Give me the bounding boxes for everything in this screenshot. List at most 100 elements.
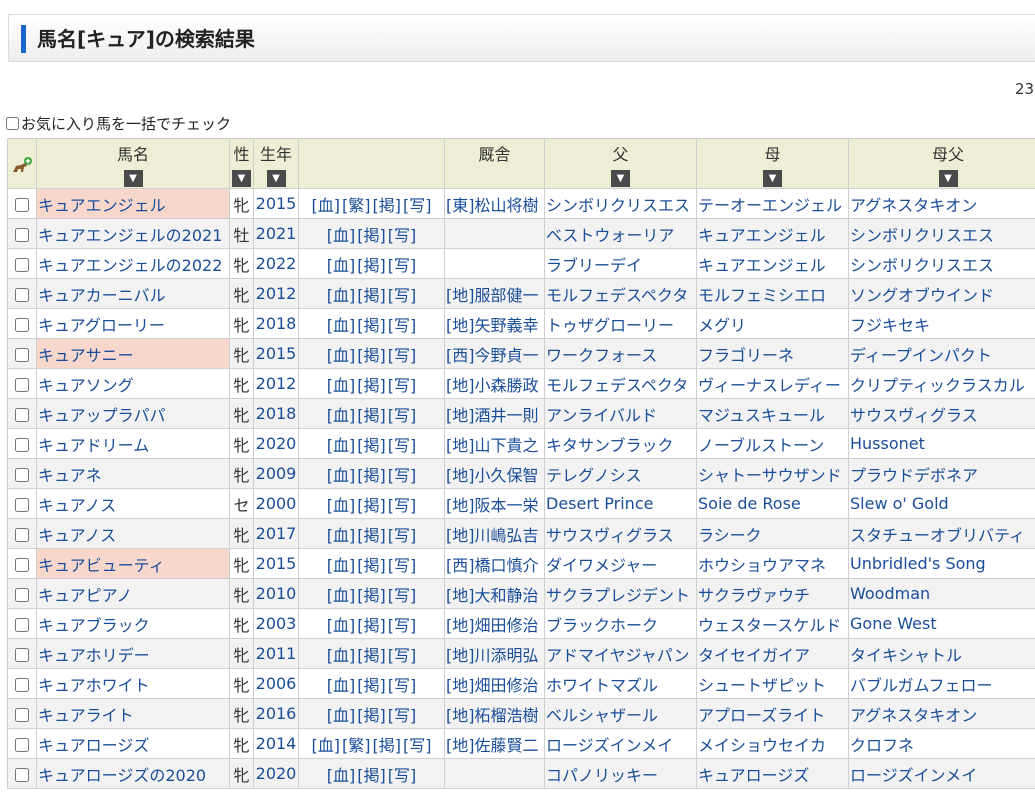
detail-link[interactable]: [掲] <box>357 256 386 275</box>
horse-name-link[interactable]: キュアブラック <box>38 616 150 635</box>
bulk-favorite-check[interactable]: お気に入り馬を一括でチェック <box>6 113 231 134</box>
year-link[interactable]: 2020 <box>256 434 297 453</box>
sire-link[interactable]: モルフェデスペクタ <box>546 376 688 395</box>
detail-link[interactable]: [写] <box>388 706 417 725</box>
damsire-link[interactable]: ロージズインメイ <box>850 766 977 785</box>
dam-link[interactable]: ヴィーナスレディー <box>698 376 841 395</box>
detail-link[interactable]: [掲] <box>373 736 402 755</box>
damsire-link[interactable]: アグネスタキオン <box>850 196 977 215</box>
detail-link[interactable]: [血] <box>327 466 356 485</box>
row-checkbox[interactable] <box>15 317 29 332</box>
horse-name-link[interactable]: キュアドリーム <box>38 436 149 455</box>
row-checkbox[interactable] <box>15 227 29 242</box>
dam-link[interactable]: タイセイガイア <box>698 646 810 665</box>
detail-link[interactable]: [血] <box>327 406 356 425</box>
horse-name-link[interactable]: キュアロージズ <box>38 736 149 755</box>
year-link[interactable]: 2017 <box>256 524 297 543</box>
detail-link[interactable]: [掲] <box>357 676 386 695</box>
sire-link[interactable]: キタサンブラック <box>546 436 674 455</box>
row-checkbox[interactable] <box>15 347 29 362</box>
damsire-link[interactable]: ディープインパクト <box>850 346 992 365</box>
detail-link[interactable]: [写] <box>388 646 417 665</box>
horse-name-link[interactable]: キュアライト <box>38 706 134 725</box>
horse-name-link[interactable]: キュアグローリー <box>38 316 165 335</box>
horse-add-icon[interactable] <box>11 157 33 175</box>
detail-link[interactable]: [血] <box>312 736 341 755</box>
dam-link[interactable]: アプローズライト <box>698 706 825 725</box>
dam-link[interactable]: ノーブルストーン <box>698 436 824 455</box>
detail-link[interactable]: [血] <box>327 496 356 515</box>
detail-link[interactable]: [血] <box>327 526 356 545</box>
detail-link[interactable]: [掲] <box>373 196 402 215</box>
detail-link[interactable]: [掲] <box>357 616 386 635</box>
dam-link[interactable]: メイショウセイカ <box>698 736 826 755</box>
year-link[interactable]: 2018 <box>256 314 297 333</box>
year-link[interactable]: 2011 <box>256 644 297 663</box>
damsire-link[interactable]: アグネスタキオン <box>850 706 977 725</box>
sire-link[interactable]: ブラックホーク <box>546 616 658 635</box>
detail-link[interactable]: [繁] <box>342 736 371 755</box>
row-checkbox[interactable] <box>15 287 29 302</box>
dam-link[interactable]: シャトーサウザンド <box>698 466 842 485</box>
row-checkbox[interactable] <box>15 527 29 542</box>
detail-link[interactable]: [血] <box>327 616 356 635</box>
detail-link[interactable]: [血] <box>327 556 356 575</box>
sire-link[interactable]: アンライバルド <box>546 406 657 425</box>
dam-link[interactable]: ウェスタースケルド <box>698 616 841 635</box>
damsire-link[interactable]: シンボリクリスエス <box>850 226 994 245</box>
detail-link[interactable]: [写] <box>388 346 417 365</box>
detail-link[interactable]: [繁] <box>342 196 371 215</box>
detail-link[interactable]: [掲] <box>357 466 386 485</box>
sire-link[interactable]: ワークフォース <box>546 346 657 365</box>
detail-link[interactable]: [血] <box>327 226 356 245</box>
detail-link[interactable]: [写] <box>388 376 417 395</box>
row-checkbox[interactable] <box>15 437 29 452</box>
detail-link[interactable]: [血] <box>327 256 356 275</box>
damsire-link[interactable]: Hussonet <box>850 434 925 453</box>
detail-link[interactable]: [掲] <box>357 526 386 545</box>
detail-link[interactable]: [掲] <box>357 496 386 515</box>
year-link[interactable]: 2010 <box>256 584 297 603</box>
horse-name-link[interactable]: キュアホワイト <box>38 676 150 695</box>
trainer-link[interactable]: [地]小森勝政 <box>446 376 539 395</box>
detail-link[interactable]: [血] <box>327 376 356 395</box>
year-link[interactable]: 2022 <box>256 254 297 273</box>
dam-link[interactable]: サクラヴァウチ <box>698 586 810 605</box>
row-checkbox[interactable] <box>15 497 29 512</box>
year-link[interactable]: 2014 <box>256 734 297 753</box>
trainer-link[interactable]: [地]佐藤賢二 <box>446 736 539 755</box>
detail-link[interactable]: [写] <box>388 526 417 545</box>
horse-name-link[interactable]: キュアノス <box>38 496 116 515</box>
trainer-link[interactable]: [地]小久保智 <box>446 466 539 485</box>
trainer-link[interactable]: [地]阪本一栄 <box>446 496 539 515</box>
row-checkbox[interactable] <box>15 257 29 272</box>
detail-link[interactable]: [掲] <box>357 586 386 605</box>
row-checkbox[interactable] <box>15 377 29 392</box>
year-link[interactable]: 2012 <box>256 374 297 393</box>
row-checkbox[interactable] <box>15 617 29 632</box>
horse-name-link[interactable]: キュアップラパパ <box>38 406 166 425</box>
horse-name-link[interactable]: キュアエンジェル <box>38 196 166 215</box>
detail-link[interactable]: [掲] <box>357 706 386 725</box>
row-checkbox[interactable] <box>15 407 29 422</box>
trainer-link[interactable]: [地]畑田修治 <box>446 616 539 635</box>
dam-link[interactable]: メグリ <box>698 316 746 335</box>
year-link[interactable]: 2003 <box>256 614 297 633</box>
damsire-link[interactable]: Woodman <box>850 584 930 603</box>
detail-link[interactable]: [掲] <box>357 646 386 665</box>
detail-link[interactable]: [血] <box>312 196 341 215</box>
damsire-link[interactable]: タイキシャトル <box>850 646 962 665</box>
row-checkbox[interactable] <box>15 677 29 692</box>
damsire-link[interactable]: スタチューオブリバティ <box>850 526 1025 545</box>
sire-link[interactable]: サクラプレジデント <box>546 586 690 605</box>
horse-name-link[interactable]: キュアサニー <box>38 346 134 365</box>
sire-link[interactable]: モルフェデスペクタ <box>546 286 688 305</box>
dam-link[interactable]: テーオーエンジェル <box>698 196 842 215</box>
detail-link[interactable]: [血] <box>327 646 356 665</box>
detail-link[interactable]: [掲] <box>357 556 386 575</box>
trainer-link[interactable]: [地]川嶋弘吉 <box>446 526 539 545</box>
sire-link[interactable]: ダイワメジャー <box>546 556 657 575</box>
damsire-link[interactable]: Gone West <box>850 614 937 633</box>
year-link[interactable]: 2020 <box>256 764 297 783</box>
sire-link[interactable]: ホワイトマズル <box>546 676 658 695</box>
